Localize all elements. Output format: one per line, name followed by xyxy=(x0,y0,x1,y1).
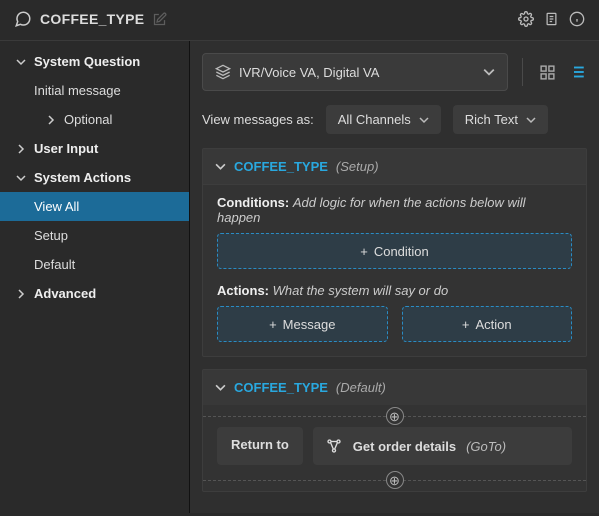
goto-target[interactable]: Get order details (GoTo) xyxy=(313,427,572,465)
gear-icon[interactable] xyxy=(518,11,534,27)
chat-icon xyxy=(14,10,32,28)
chevron-down-icon xyxy=(483,66,495,78)
actions-label: Actions: xyxy=(217,283,269,298)
page-header: COFFEE_TYPE xyxy=(0,0,599,41)
section-title: COFFEE_TYPE xyxy=(234,159,328,174)
list-view-icon[interactable] xyxy=(567,62,587,82)
page-title: COFFEE_TYPE xyxy=(40,11,144,27)
plus-icon: + xyxy=(360,244,368,259)
view-as-label: View messages as: xyxy=(202,112,314,127)
add-step-button[interactable]: ⊕ xyxy=(386,471,404,489)
section-title: COFFEE_TYPE xyxy=(234,380,328,395)
chevron-down-icon xyxy=(14,57,28,67)
conditions-heading: Conditions: Add logic for when the actio… xyxy=(217,195,572,225)
default-section: COFFEE_TYPE (Default) ⊕ Return to Get or… xyxy=(202,369,587,492)
insert-below: ⊕ xyxy=(203,469,586,491)
main-panel: IVR/Voice VA, Digital VA View messages a… xyxy=(190,41,599,513)
add-message-button[interactable]: + Message xyxy=(217,306,388,342)
sidebar-item-user-input[interactable]: User Input xyxy=(0,134,189,163)
add-action-label: Action xyxy=(475,317,511,332)
add-message-label: Message xyxy=(283,317,336,332)
sidebar-label: Default xyxy=(34,257,75,272)
sidebar-item-initial-message[interactable]: Initial message xyxy=(0,76,189,105)
goto-subtitle: (GoTo) xyxy=(466,439,506,454)
chevron-down-icon xyxy=(215,161,226,172)
sidebar-item-advanced[interactable]: Advanced xyxy=(0,279,189,308)
add-condition-button[interactable]: + Condition xyxy=(217,233,572,269)
goto-icon xyxy=(325,437,343,455)
sidebar-label: Optional xyxy=(64,112,112,127)
sidebar-item-optional[interactable]: Optional xyxy=(0,105,189,134)
sidebar-label: Initial message xyxy=(34,83,121,98)
chevron-down-icon xyxy=(419,115,429,125)
grid-view-icon[interactable] xyxy=(537,62,557,82)
format-filter[interactable]: Rich Text xyxy=(453,105,548,134)
setup-section: COFFEE_TYPE (Setup) Conditions: Add logi… xyxy=(202,148,587,357)
sidebar-label: Advanced xyxy=(34,286,96,301)
sidebar-item-view-all[interactable]: View All xyxy=(0,192,189,221)
chevron-down-icon xyxy=(14,173,28,183)
section-subtitle: (Setup) xyxy=(336,159,379,174)
channel-filter[interactable]: All Channels xyxy=(326,105,441,134)
channel-select[interactable]: IVR/Voice VA, Digital VA xyxy=(202,53,508,91)
divider xyxy=(522,58,523,86)
channel-select-label: IVR/Voice VA, Digital VA xyxy=(239,65,379,80)
sidebar-label: System Question xyxy=(34,54,140,69)
chevron-right-icon xyxy=(44,115,58,125)
notes-icon[interactable] xyxy=(544,11,559,27)
sidebar-label: Setup xyxy=(34,228,68,243)
channels-icon xyxy=(215,64,231,80)
edit-icon[interactable] xyxy=(152,12,167,27)
goto-title: Get order details xyxy=(353,439,456,454)
insert-above: ⊕ xyxy=(203,405,586,427)
chevron-down-icon xyxy=(215,382,226,393)
info-icon[interactable] xyxy=(569,11,585,27)
section-header-default[interactable]: COFFEE_TYPE (Default) xyxy=(203,370,586,405)
chevron-right-icon xyxy=(14,289,28,299)
add-condition-label: Condition xyxy=(374,244,429,259)
sidebar-label: View All xyxy=(34,199,79,214)
sidebar-label: System Actions xyxy=(34,170,131,185)
format-filter-label: Rich Text xyxy=(465,112,518,127)
plus-icon: + xyxy=(269,317,277,332)
actions-heading: Actions: What the system will say or do xyxy=(217,283,572,298)
conditions-label: Conditions: xyxy=(217,195,289,210)
sidebar: System Question Initial message Optional… xyxy=(0,41,190,513)
plus-icon: + xyxy=(462,317,470,332)
sidebar-item-system-actions[interactable]: System Actions xyxy=(0,163,189,192)
actions-hint: What the system will say or do xyxy=(273,283,449,298)
chevron-right-icon xyxy=(14,144,28,154)
section-header-setup[interactable]: COFFEE_TYPE (Setup) xyxy=(203,149,586,185)
sidebar-label: User Input xyxy=(34,141,98,156)
sidebar-item-default[interactable]: Default xyxy=(0,250,189,279)
add-step-button[interactable]: ⊕ xyxy=(386,407,404,425)
channel-filter-label: All Channels xyxy=(338,112,411,127)
section-subtitle: (Default) xyxy=(336,380,386,395)
add-action-button[interactable]: + Action xyxy=(402,306,573,342)
sidebar-item-system-question[interactable]: System Question xyxy=(0,47,189,76)
return-to-label: Return to xyxy=(217,427,303,465)
chevron-down-icon xyxy=(526,115,536,125)
sidebar-item-setup[interactable]: Setup xyxy=(0,221,189,250)
